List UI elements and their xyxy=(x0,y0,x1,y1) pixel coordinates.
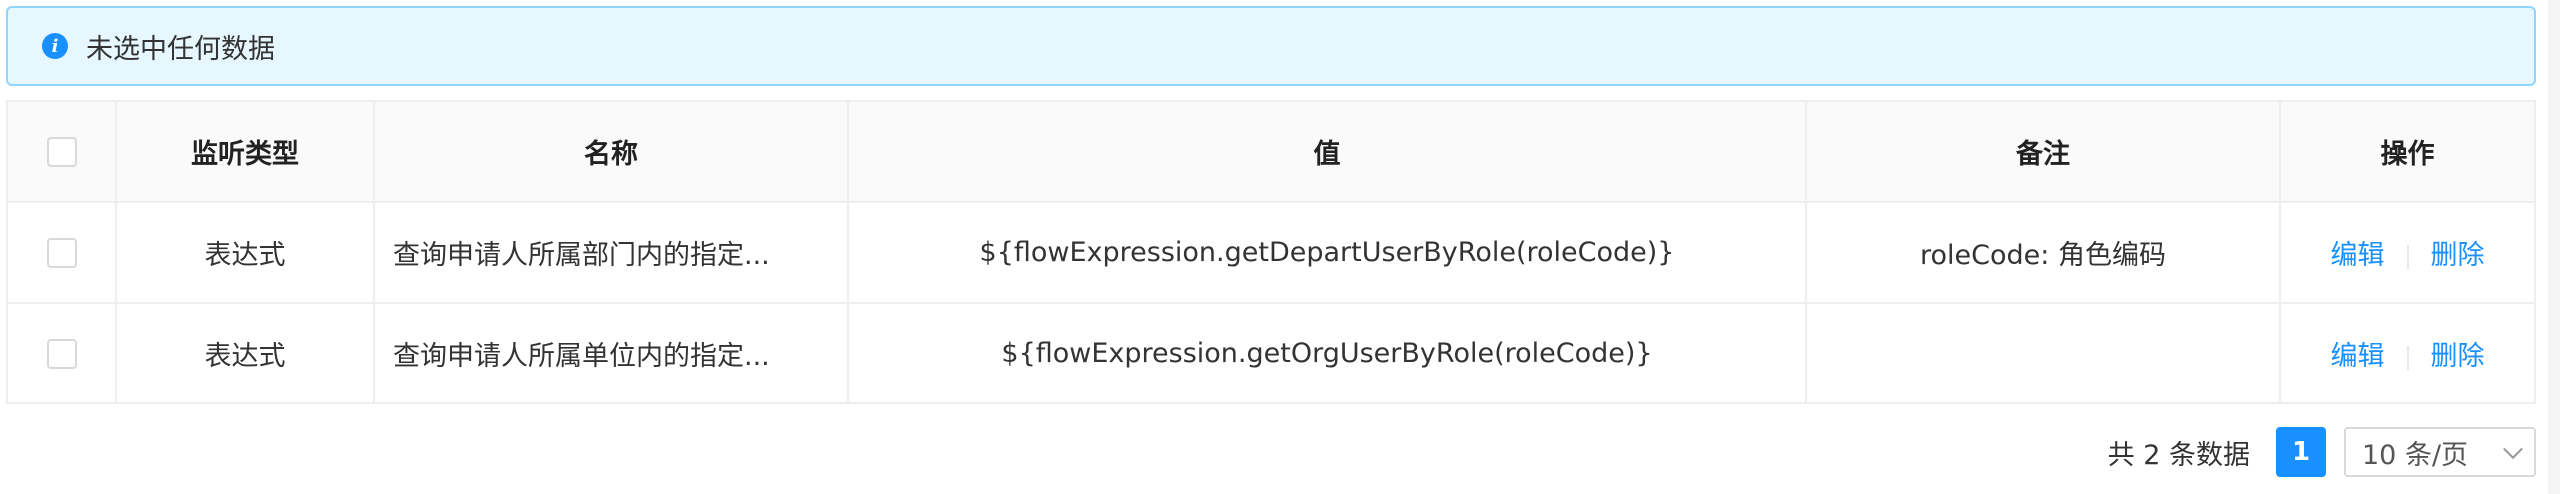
table-row: 表达式 查询申请人所属单位内的指定... ${flowExpression.ge… xyxy=(8,303,2534,403)
pagination: 共 2 条数据 1 10 条/页 xyxy=(2108,424,2536,480)
column-header-value[interactable]: 值 xyxy=(848,102,1807,203)
edit-link[interactable]: 编辑 xyxy=(2331,240,2385,271)
table-header-row: 监听类型 名称 值 备注 操作 xyxy=(8,102,2534,203)
column-header-type[interactable]: 监听类型 xyxy=(116,102,375,203)
edit-link[interactable]: 编辑 xyxy=(2331,341,2385,372)
column-header-actions: 操作 xyxy=(2280,102,2534,203)
select-all-checkbox[interactable] xyxy=(46,137,77,168)
select-all-cell xyxy=(8,102,117,203)
vertical-scrollbar[interactable] xyxy=(2548,0,2560,494)
total-count: 共 2 条数据 xyxy=(2107,439,2250,471)
page-size-value: 10 条/页 xyxy=(2362,439,2469,471)
column-header-name[interactable]: 名称 xyxy=(374,102,849,203)
page-button-current[interactable]: 1 xyxy=(2276,427,2326,477)
page: i 未选中任何数据 监听类型 名称 值 备注 操作 表达式 查询申请人所属部门内… xyxy=(0,0,2560,494)
value-cell: ${flowExpression.getDepartUserByRole(rol… xyxy=(848,202,1807,304)
name-cell: 查询申请人所属部门内的指定... xyxy=(374,202,849,304)
delete-link[interactable]: 删除 xyxy=(2431,341,2485,372)
type-cell: 表达式 xyxy=(116,303,375,403)
listener-table: 监听类型 名称 值 备注 操作 表达式 查询申请人所属部门内的指定... ${f… xyxy=(6,100,2536,404)
type-cell: 表达式 xyxy=(116,202,375,304)
info-icon: i xyxy=(42,33,68,59)
actions-cell: 编辑 删除 xyxy=(2280,303,2534,403)
page-size-select[interactable]: 10 条/页 xyxy=(2344,427,2536,477)
actions-cell: 编辑 删除 xyxy=(2280,202,2534,304)
name-cell: 查询申请人所属单位内的指定... xyxy=(374,303,849,403)
action-divider xyxy=(2406,345,2409,370)
table-row: 表达式 查询申请人所属部门内的指定... ${flowExpression.ge… xyxy=(8,202,2534,304)
value-cell: ${flowExpression.getOrgUserByRole(roleCo… xyxy=(848,303,1807,403)
delete-link[interactable]: 删除 xyxy=(2431,240,2485,271)
remark-cell: roleCode: 角色编码 xyxy=(1806,202,2281,304)
row-checkbox[interactable] xyxy=(46,339,77,370)
row-select-cell xyxy=(8,303,117,403)
column-header-remark[interactable]: 备注 xyxy=(1806,102,2281,203)
alert-text: 未选中任何数据 xyxy=(86,33,275,65)
row-checkbox[interactable] xyxy=(46,238,77,269)
row-select-cell xyxy=(8,202,117,304)
action-divider xyxy=(2406,244,2409,269)
remark-cell xyxy=(1806,303,2281,403)
selection-alert: i 未选中任何数据 xyxy=(6,6,2536,86)
chevron-down-icon xyxy=(2503,439,2523,460)
